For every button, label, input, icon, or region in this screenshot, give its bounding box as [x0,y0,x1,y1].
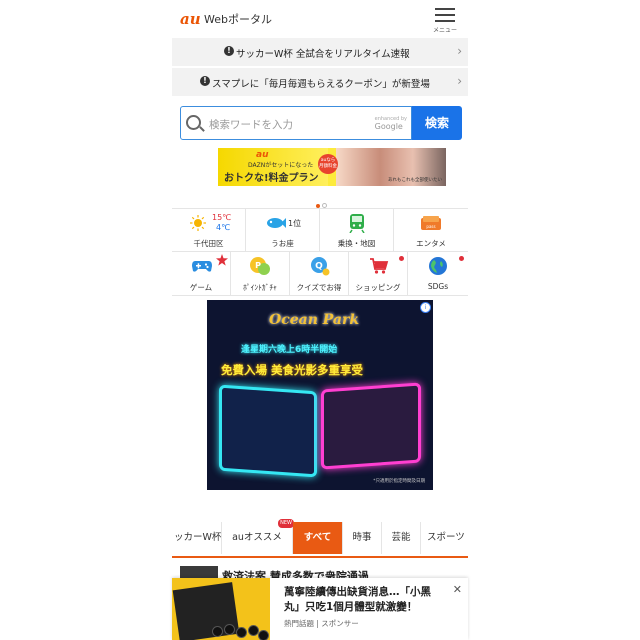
bottom-ad-image [172,578,270,640]
promo-badge: auなら 月額料金 [318,154,338,174]
entertainment-label: エンタメ [416,239,446,248]
portal-title[interactable]: Webポータル [204,11,272,27]
svg-text:P: P [255,261,261,270]
promo-banner[interactable]: au DAZNがセットになった おトクな!料金プラン auなら 月額料金 あれも… [218,148,446,186]
horoscope-tile[interactable]: 1位 うお座 [246,209,320,251]
svg-text:Q: Q [315,262,323,272]
product-pill [236,627,247,638]
product-pill [212,626,223,637]
promo-note: あれもこれも全部使いたい [388,178,442,183]
ad-photo-right [321,382,421,470]
tab-entertainment[interactable]: 芸能 [382,522,421,554]
tab-sports[interactable]: スポーツ [421,522,468,554]
menu-label: メニュー [432,27,457,34]
google-label: Google [374,122,403,131]
new-badge: NEW [278,519,294,528]
shopping-label: ショッピング [355,283,401,292]
news-text: スマプレに「毎月毎週もらえるクーポン」が新登場 [212,79,430,90]
ad-photo-left [219,384,317,478]
shopping-tile[interactable]: ショッピング [349,251,408,295]
quiz-tile[interactable]: Q クイズでお得 [290,251,349,295]
horoscope-label: うお座 [271,239,294,248]
horoscope-rank: 1位 [288,219,302,228]
weather-label: 千代田区 [193,239,224,248]
news-item[interactable]: ! スマプレに「毎月毎週もらえるクーポン」が新登場 › [172,68,468,96]
notification-dot [399,256,404,261]
ad-sponsor-label: スポンサー [321,619,359,628]
promo-line1: DAZNがセットになった [248,162,314,169]
ad-source-name: 熱門話題 [284,619,314,628]
service-row-1: 15℃ 4℃ 千代田区 1位 うお座 乗換・地図 pass エンタメ [172,208,468,252]
transit-label: 乗換・地図 [337,239,376,248]
google-mark: enhanced by Google [374,117,407,132]
tab-all[interactable]: すべて [293,522,343,554]
tab-news[interactable]: 時事 [343,522,382,554]
ad-logo: Ocean Park [269,312,360,328]
notification-dot [459,256,464,261]
globe-icon [429,257,447,275]
close-icon[interactable]: ✕ [453,583,462,596]
chevron-right-icon: › [457,44,462,58]
star-icon [216,254,228,266]
header: au Webポータル メニュー [172,0,468,38]
fish-icon [267,218,286,228]
quiz-icon: Q [311,257,330,276]
train-icon [349,214,365,233]
chevron-right-icon: › [457,74,462,88]
product-pill [224,624,235,635]
category-tabs: ッカーW杯 auオススメ NEW すべて 時事 芸能 スポーツ [172,519,468,558]
hamburger-icon-bar [435,14,455,16]
sdgs-label: SDGs [427,282,449,291]
search-placeholder: 検索ワードを入力 [209,119,293,131]
search-input[interactable]: 検索ワードを入力 enhanced by Google [180,106,412,140]
transit-tile[interactable]: 乗換・地図 [320,209,394,251]
display-ad[interactable]: Ocean Park 逢星期六晚上6時半開始 免費入場 美食光影多重享受 *只適… [207,300,433,490]
product-pill [258,630,269,640]
bottom-ad-source: 熱門話題 | スポンサー [284,619,359,628]
news-text: サッカーW杯 全試合をリアルタイム速報 [236,49,410,60]
entertainment-tile[interactable]: pass エンタメ [394,209,468,251]
ticket-icon: pass [421,216,441,230]
service-row-2: ゲーム P ﾎﾟｲﾝﾄｶﾞﾁｬ Q クイズでお得 ショッピング SDGs [172,251,468,296]
temp-high: 15℃ [212,213,232,222]
tab-soccer[interactable]: ッカーW杯 [172,522,222,554]
bottom-ad-headline: 萬寧陸續傳出缺貨消息…「小黑丸」只吃1個月體型就激變！ [284,586,431,613]
cart-icon [370,258,389,274]
search-bar: 検索ワードを入力 enhanced by Google 検索 [180,106,462,140]
ad-fine-print: *只適用於指定時間及日期 [373,479,425,484]
news-item[interactable]: ! サッカーW杯 全試合をリアルタイム速報 › [172,38,468,66]
svg-text:pass: pass [426,224,435,229]
gacha-icon: P [250,257,270,275]
alert-icon: ! [200,76,210,86]
game-label: ゲーム [189,283,213,292]
ad-info-icon[interactable]: i [420,302,431,313]
promo-brand: au [256,150,269,160]
temp-low: 4℃ [216,223,231,232]
menu-button[interactable]: メニュー [432,5,458,34]
quiz-label: クイズでお得 [296,283,342,292]
portal-page: au Webポータル メニュー ! サッカーW杯 全試合をリアルタイム速報 › … [172,0,468,640]
search-icon [186,115,201,130]
sdgs-tile[interactable]: SDGs [408,251,468,295]
point-gacha-tile[interactable]: P ﾎﾟｲﾝﾄｶﾞﾁｬ [231,251,290,295]
weather-tile[interactable]: 15℃ 4℃ 千代田区 [172,209,246,251]
gamepad-icon [192,261,212,272]
ad-line2: 免費入場 美食光影多重享受 [221,363,364,377]
hamburger-icon [435,8,455,10]
au-logo[interactable]: au [180,10,201,28]
search-button[interactable]: 検索 [412,106,462,140]
hamburger-icon-bar [435,20,455,22]
sun-icon [190,215,206,231]
promo-line2: おトクな!料金プラン [224,173,319,184]
bottom-ad[interactable]: 萬寧陸續傳出缺貨消息…「小黑丸」只吃1個月體型就激變！ 熱門話題 | スポンサー… [172,578,468,640]
alert-icon: ! [224,46,234,56]
point-gacha-label: ﾎﾟｲﾝﾄｶﾞﾁｬ [243,283,277,292]
ad-line1: 逢星期六晚上6時半開始 [241,345,338,355]
game-tile[interactable]: ゲーム [172,251,231,295]
